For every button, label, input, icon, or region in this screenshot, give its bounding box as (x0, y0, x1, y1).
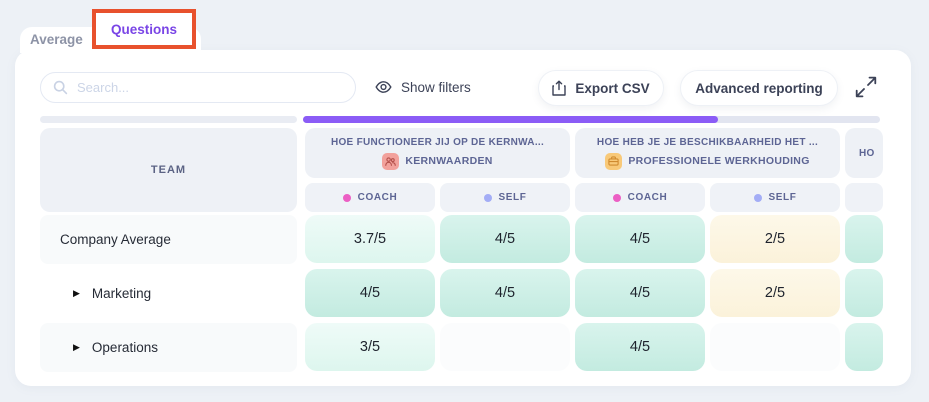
question-category: KERNWAARDEN (405, 155, 492, 167)
search-input[interactable] (77, 80, 327, 95)
question-title: HO (845, 148, 875, 159)
team-label: Marketing (92, 286, 151, 301)
tab-average[interactable]: Average (30, 24, 83, 54)
score-cell: 4/5 (575, 323, 705, 371)
fullscreen-expand-icon[interactable] (854, 75, 878, 99)
subheader-coach: COACH (305, 183, 435, 212)
score-cell: 3.7/5 (305, 215, 435, 263)
expand-triangle-icon[interactable]: ▶ (73, 343, 80, 352)
export-csv-button[interactable]: Export CSV (538, 70, 664, 106)
scrollbar-thumb[interactable] (303, 116, 718, 123)
score-cell: 2/5 (710, 215, 840, 263)
self-dot-icon (484, 194, 492, 202)
score-cell: 3/5 (305, 323, 435, 371)
tab-questions[interactable]: Questions (96, 13, 192, 45)
team-column-header: TEAM (40, 128, 297, 212)
score-cell (440, 323, 570, 371)
subheader-self: SELF (710, 183, 840, 212)
question-header-2: HOE HEB JE JE BESCHIKBAARHEID HET ... PR… (575, 128, 840, 178)
team-label: Operations (92, 340, 158, 355)
subheader-coach: COACH (575, 183, 705, 212)
score-cell: 4/5 (575, 215, 705, 263)
search-icon (53, 80, 68, 95)
eye-icon (375, 80, 392, 94)
team-row-marketing[interactable]: ▶ Marketing (40, 269, 297, 318)
scrollbar-track[interactable] (303, 116, 880, 123)
team-label: Company Average (60, 232, 171, 247)
subheader-label: SELF (499, 192, 527, 203)
score-value: 4/5 (630, 231, 650, 247)
score-value: 4/5 (630, 285, 650, 301)
score-cell-clipped (845, 323, 883, 371)
briefcase-icon (605, 153, 622, 170)
score-value: 4/5 (495, 285, 515, 301)
score-value: 4/5 (360, 285, 380, 301)
score-cell: 4/5 (575, 269, 705, 317)
subheader-self: SELF (440, 183, 570, 212)
subheader-label: COACH (358, 192, 398, 203)
score-value: 2/5 (765, 285, 785, 301)
people-icon (382, 153, 399, 170)
score-value: 4/5 (630, 339, 650, 355)
score-cell: 4/5 (305, 269, 435, 317)
show-filters-button[interactable]: Show filters (375, 74, 471, 100)
score-value: 3.7/5 (354, 231, 386, 247)
score-cell: 4/5 (440, 215, 570, 263)
score-value: 3/5 (360, 339, 380, 355)
team-row-operations[interactable]: ▶ Operations (40, 323, 297, 372)
question-title: HOE FUNCTIONEER JIJ OP DE KERNWA... (331, 137, 544, 148)
export-csv-label: Export CSV (575, 81, 649, 96)
advanced-reporting-button[interactable]: Advanced reporting (680, 70, 838, 106)
subheader-label: SELF (769, 192, 797, 203)
score-cell-clipped (845, 269, 883, 317)
question-header-3-clipped: HO (845, 128, 883, 178)
score-cell: 2/5 (710, 269, 840, 317)
team-row-company-average: Company Average (40, 215, 297, 264)
question-header-1: HOE FUNCTIONEER JIJ OP DE KERNWA... KERN… (305, 128, 570, 178)
export-icon (552, 80, 566, 96)
score-value: 4/5 (495, 231, 515, 247)
show-filters-label: Show filters (401, 80, 471, 95)
advanced-reporting-label: Advanced reporting (695, 81, 823, 96)
question-category: PROFESSIONELE WERKHOUDING (628, 155, 809, 167)
annotation-box: Questions (92, 9, 196, 49)
coach-dot-icon (343, 194, 351, 202)
scrollbar-track-left (40, 116, 297, 123)
self-dot-icon (754, 194, 762, 202)
subheader-label: COACH (628, 192, 668, 203)
subheader-clipped (845, 183, 883, 212)
coach-dot-icon (613, 194, 621, 202)
score-cell-clipped (845, 215, 883, 263)
question-title: HOE HEB JE JE BESCHIKBAARHEID HET ... (597, 137, 818, 148)
score-cell: 4/5 (440, 269, 570, 317)
expand-triangle-icon[interactable]: ▶ (73, 289, 80, 298)
search-bar[interactable] (40, 72, 356, 103)
score-value: 2/5 (765, 231, 785, 247)
score-cell (710, 323, 840, 371)
